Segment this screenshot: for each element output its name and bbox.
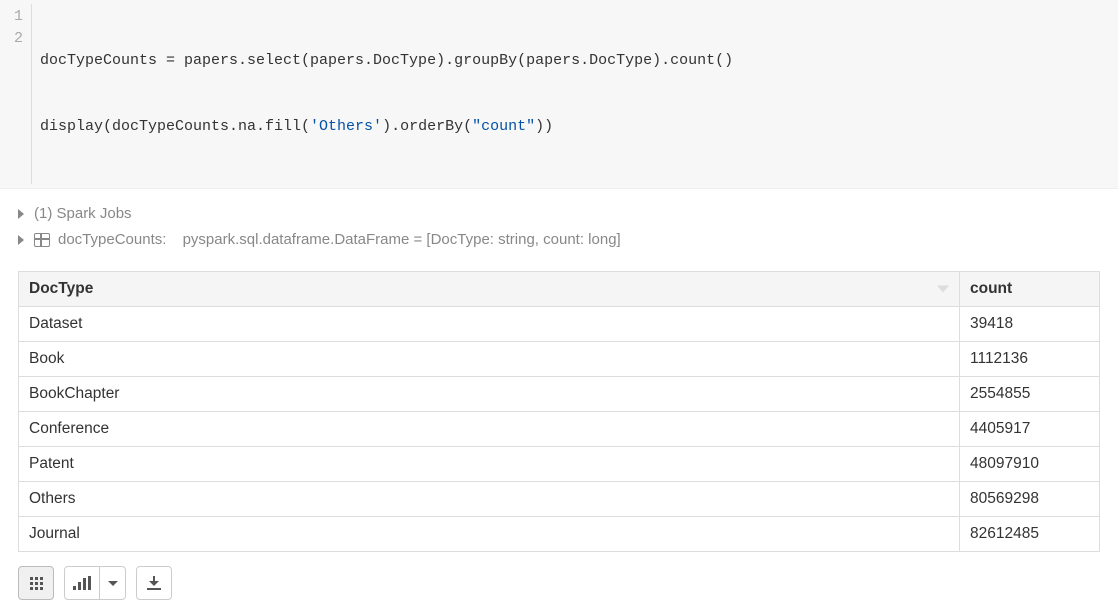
cell-doctype: Dataset: [19, 307, 960, 342]
dataframe-type: pyspark.sql.dataframe.DataFrame = [DocTy…: [183, 227, 621, 253]
sort-caret-icon: [937, 286, 949, 293]
spark-jobs-toggle[interactable]: (1) Spark Jobs: [18, 201, 1118, 227]
cell-doctype: Patent: [19, 447, 960, 482]
result-toolbar: [0, 552, 1118, 614]
chart-view-button[interactable]: [64, 566, 100, 600]
chevron-down-icon: [108, 581, 118, 586]
line-gutter: 1 2: [0, 4, 32, 184]
column-header-label: count: [970, 280, 1012, 297]
cell-doctype: BookChapter: [19, 377, 960, 412]
triangle-right-icon: [18, 209, 24, 219]
code-line: docTypeCounts = papers.select(papers.Doc…: [40, 50, 733, 72]
spark-jobs-label: (1) Spark Jobs: [34, 201, 132, 227]
table-row: Patent48097910: [19, 447, 1100, 482]
cell-count: 39418: [960, 307, 1100, 342]
table-row: Dataset39418: [19, 307, 1100, 342]
cell-doctype: Others: [19, 482, 960, 517]
table-view-button[interactable]: [18, 566, 54, 600]
chart-button-group: [64, 566, 126, 600]
table-row: Journal82612485: [19, 517, 1100, 552]
column-header-doctype[interactable]: DocType: [19, 272, 960, 307]
table-icon: [34, 233, 50, 247]
code-content[interactable]: docTypeCounts = papers.select(papers.Doc…: [32, 4, 741, 184]
cell-count: 48097910: [960, 447, 1100, 482]
cell-doctype: Book: [19, 342, 960, 377]
table-row: BookChapter2554855: [19, 377, 1100, 412]
grid-icon: [30, 577, 43, 590]
dataframe-name: docTypeCounts:: [58, 227, 166, 253]
table-row: Conference4405917: [19, 412, 1100, 447]
cell-count: 1112136: [960, 342, 1100, 377]
output-meta: (1) Spark Jobs docTypeCounts: pyspark.sq…: [0, 189, 1118, 253]
line-number: 1: [12, 6, 23, 28]
triangle-right-icon: [18, 235, 24, 245]
cell-doctype: Journal: [19, 517, 960, 552]
result-table: DocType count Dataset39418Book1112136Boo…: [18, 271, 1100, 552]
column-header-label: DocType: [29, 280, 93, 297]
cell-count: 82612485: [960, 517, 1100, 552]
cell-count: 80569298: [960, 482, 1100, 517]
column-header-count[interactable]: count: [960, 272, 1100, 307]
cell-count: 2554855: [960, 377, 1100, 412]
cell-count: 4405917: [960, 412, 1100, 447]
table-row: Others80569298: [19, 482, 1100, 517]
result-table-wrap: DocType count Dataset39418Book1112136Boo…: [0, 253, 1118, 552]
cell-doctype: Conference: [19, 412, 960, 447]
chart-dropdown-button[interactable]: [100, 566, 126, 600]
download-button[interactable]: [136, 566, 172, 600]
line-number: 2: [12, 28, 23, 50]
dataframe-schema-toggle[interactable]: docTypeCounts: pyspark.sql.dataframe.Dat…: [18, 227, 1118, 253]
download-icon: [147, 576, 161, 590]
table-row: Book1112136: [19, 342, 1100, 377]
bar-chart-icon: [73, 576, 91, 590]
code-line: display(docTypeCounts.na.fill('Others').…: [40, 116, 733, 138]
code-cell: 1 2 docTypeCounts = papers.select(papers…: [0, 0, 1118, 189]
table-header-row: DocType count: [19, 272, 1100, 307]
